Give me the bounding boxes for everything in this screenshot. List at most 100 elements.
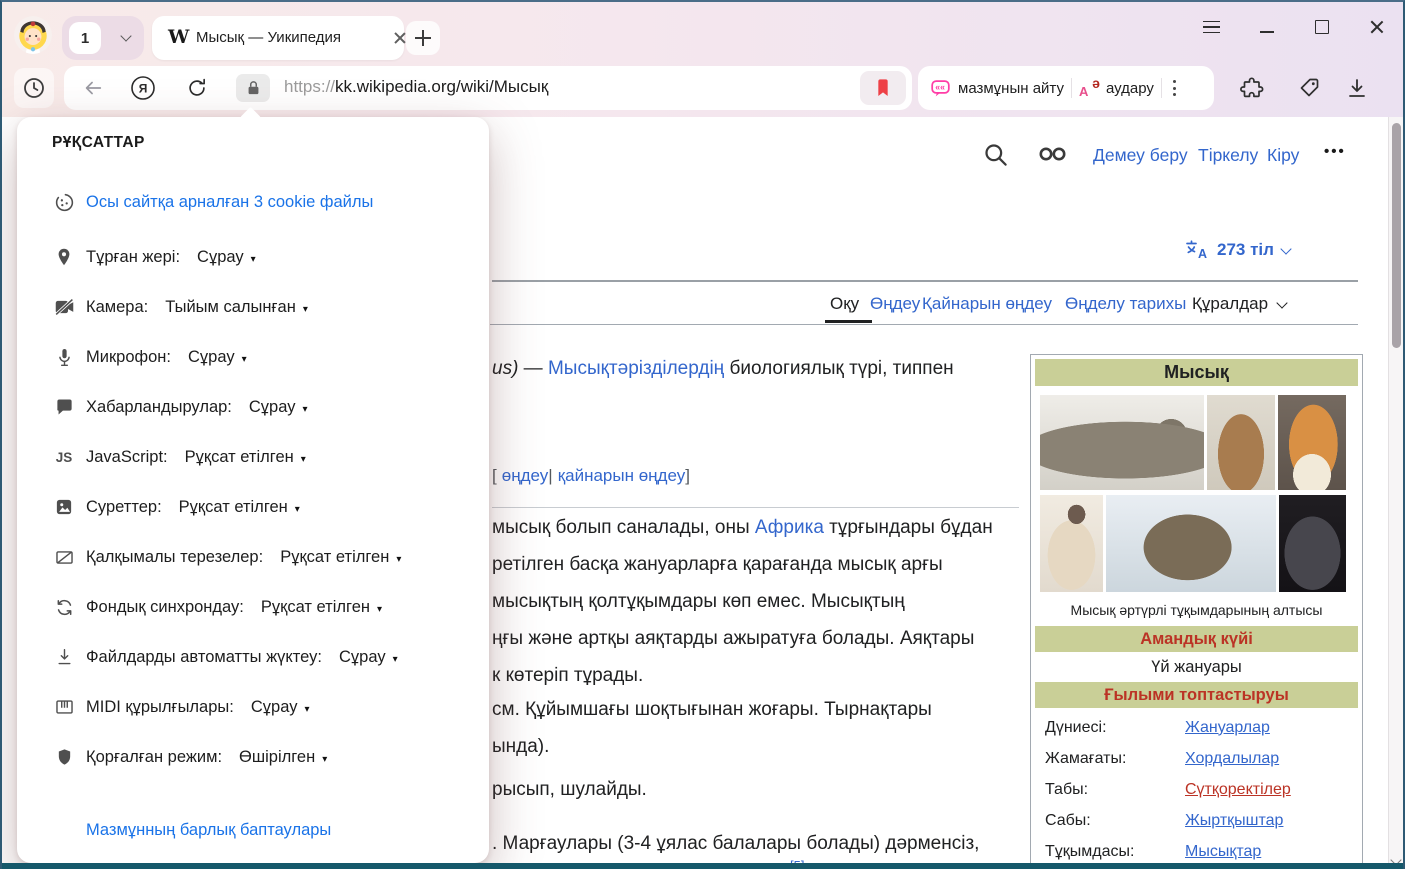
active-tab[interactable]: W Мысық — Уикипедия xyxy=(152,16,404,60)
permission-value-dropdown[interactable]: Сұрау▾ xyxy=(244,698,310,717)
user-avatar[interactable] xyxy=(14,16,52,54)
reload-button[interactable] xyxy=(184,75,210,101)
permission-value-dropdown[interactable]: Тыйым салынған▾ xyxy=(158,298,308,317)
permission-value: Сұрау xyxy=(249,398,296,416)
tab-edit[interactable]: Өңдеу xyxy=(870,294,920,314)
yandex-search-button[interactable]: Я xyxy=(130,75,156,101)
tab-group-button[interactable]: 1 xyxy=(62,16,144,60)
permission-value-dropdown[interactable]: Рұқсат етілген▾ xyxy=(172,498,300,517)
tab-title: Мысық — Уикипедия xyxy=(196,29,341,46)
cat-photo-tabby-snow[interactable] xyxy=(1106,495,1276,592)
cat-photo-abyssinian[interactable] xyxy=(1207,395,1275,490)
permission-row-camera: Камера: Тыйым салынған▾ xyxy=(52,294,308,320)
site-permissions-lock-button[interactable] xyxy=(236,74,270,102)
permission-label: JavaScript: xyxy=(86,448,168,467)
cat-photo-ginger-white[interactable] xyxy=(1278,395,1346,490)
address-bar[interactable]: Я https://kk.wikipedia.org/wiki/Мысық xyxy=(64,66,912,110)
permission-value-dropdown[interactable]: Рұқсат етілген▾ xyxy=(178,448,306,467)
kingdom-link[interactable]: Жануарлар xyxy=(1185,719,1270,737)
permission-label: MIDI құрылғылары: xyxy=(86,698,234,717)
reload-icon xyxy=(186,77,208,99)
taxonomy-label: Дүниесі: xyxy=(1035,719,1185,737)
wiki-login-link[interactable]: Кіру xyxy=(1267,145,1299,166)
wiki-search-button[interactable] xyxy=(982,141,1009,168)
wiki-more-button[interactable]: ••• xyxy=(1324,143,1346,160)
permission-value-dropdown[interactable]: Рұқсат етілген▾ xyxy=(254,598,382,617)
family-link[interactable]: Мысықтар xyxy=(1185,843,1261,861)
felidae-link[interactable]: Мысықтәрізділердің xyxy=(548,358,724,379)
permission-value-dropdown[interactable]: Сұрау▾ xyxy=(190,248,256,267)
taxonomy-label: Табы: xyxy=(1035,781,1185,799)
scrollbar-thumb[interactable] xyxy=(1392,123,1401,348)
dropdown-caret-icon: ▾ xyxy=(301,454,306,465)
dash: — xyxy=(518,358,548,379)
permission-value-dropdown[interactable]: Өшірілген▾ xyxy=(232,748,327,767)
window-close-button[interactable] xyxy=(1360,10,1394,44)
bookmark-button[interactable] xyxy=(860,71,906,105)
tab-read[interactable]: Оқу xyxy=(830,294,859,314)
cookies-link[interactable]: Осы сайтқа арналған 3 cookie файлы xyxy=(86,193,373,212)
puzzle-icon xyxy=(1240,76,1264,100)
history-button[interactable] xyxy=(14,68,54,108)
wiki-donate-link[interactable]: Демеу беру xyxy=(1093,145,1188,166)
tab-history[interactable]: Өңделу тарихы xyxy=(1065,294,1186,314)
dropdown-caret-icon: ▾ xyxy=(251,254,256,265)
downloads-button[interactable] xyxy=(1340,71,1374,105)
text: мысық болып саналады, оны xyxy=(492,517,755,538)
tab-edit-source[interactable]: Қайнарын өңдеу xyxy=(922,294,1052,314)
download-icon xyxy=(1345,76,1369,100)
permission-row-popups: Қалқымалы терезелер: Рұқсат етілген▾ xyxy=(52,544,401,570)
permission-row-background-sync: Фондық синхрондау: Рұқсат етілген▾ xyxy=(52,594,382,620)
extensions-button[interactable] xyxy=(1235,71,1269,105)
cat-photo-siamese[interactable] xyxy=(1040,495,1103,592)
svg-text:A: A xyxy=(1198,247,1207,261)
auto-download-icon xyxy=(52,645,76,669)
section-edit-link[interactable]: өңдеу xyxy=(502,466,549,485)
location-pin-icon xyxy=(52,245,76,269)
svg-text:Я: Я xyxy=(139,82,148,96)
microphone-icon xyxy=(52,345,76,369)
collections-button[interactable] xyxy=(1292,71,1326,105)
svg-text:««: «« xyxy=(935,82,945,92)
camera-off-icon xyxy=(52,295,76,319)
permission-row-images: Суреттер: Рұқсат етілген▾ xyxy=(52,494,300,520)
translate-button[interactable]: аудару xyxy=(1079,77,1154,99)
window-menu-button[interactable] xyxy=(1194,10,1228,44)
browser-window: 1 W Мысық — Уикипедия xyxy=(0,0,1405,869)
class-redlink[interactable]: Сүтқоректілер xyxy=(1185,781,1291,799)
section-edit-source-link[interactable]: қайнарын өңдеу xyxy=(558,466,686,485)
tab-tools[interactable]: Құралдар xyxy=(1192,294,1286,314)
all-content-settings-link[interactable]: Мазмұнның барлық баптаулары xyxy=(86,821,331,839)
window-minimize-button[interactable] xyxy=(1250,10,1284,44)
chevron-down-icon xyxy=(1280,243,1291,254)
permission-row-location: Тұрған жері: Сұрау▾ xyxy=(52,244,256,270)
permission-value-dropdown[interactable]: Сұрау▾ xyxy=(332,648,398,667)
language-icon: A xyxy=(1184,239,1209,261)
permission-value-dropdown[interactable]: Сұрау▾ xyxy=(242,398,308,417)
permission-label: Суреттер: xyxy=(86,498,162,517)
shield-icon xyxy=(52,745,76,769)
phylum-link[interactable]: Хордалылар xyxy=(1185,750,1279,768)
popup-window-icon xyxy=(52,545,76,569)
permission-row-microphone: Микрофон: Сұрау▾ xyxy=(52,344,247,370)
close-icon xyxy=(1369,19,1385,35)
wiki-appearance-button[interactable] xyxy=(1038,145,1068,163)
read-aloud-button[interactable]: «« мазмұнын айту xyxy=(930,78,1064,99)
separator: | xyxy=(548,466,552,485)
new-tab-button[interactable] xyxy=(406,21,440,55)
africa-link[interactable]: Африка xyxy=(755,517,824,538)
page-scrollbar[interactable] xyxy=(1388,117,1403,869)
permission-value-dropdown[interactable]: Рұқсат етілген▾ xyxy=(273,548,401,567)
pill-more-button[interactable] xyxy=(1169,79,1180,98)
cat-photo-gray[interactable] xyxy=(1279,495,1346,592)
window-maximize-button[interactable] xyxy=(1305,10,1339,44)
taxobox: Мысық Мысық әртүрлі тұқымдарының алтысы … xyxy=(1030,354,1363,869)
url-text[interactable]: https://kk.wikipedia.org/wiki/Мысық xyxy=(284,77,548,97)
wiki-register-link[interactable]: Тіркелу xyxy=(1198,145,1258,166)
permission-value: Рұқсат етілген xyxy=(280,548,389,566)
permission-value-dropdown[interactable]: Сұрау▾ xyxy=(181,348,247,367)
cat-photo-tabby-lying[interactable] xyxy=(1040,395,1204,490)
back-button[interactable] xyxy=(80,75,106,101)
order-link[interactable]: Жыртқыштар xyxy=(1185,812,1283,830)
wiki-language-button[interactable]: A 273 тіл xyxy=(1184,239,1290,261)
